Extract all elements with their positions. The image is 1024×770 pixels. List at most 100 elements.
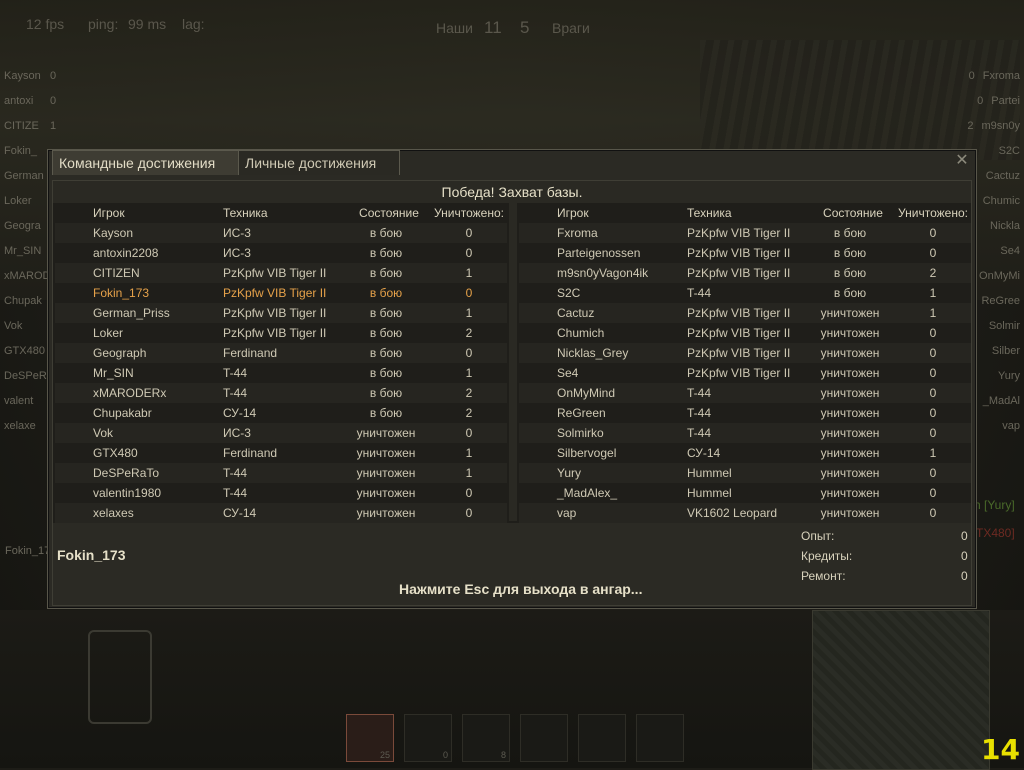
kill-count: 0 — [465, 286, 473, 300]
kill-count: 1 — [465, 466, 473, 480]
tank-name: T-44 — [687, 286, 712, 300]
col-player: Игрок — [557, 206, 589, 220]
table-row: Chumich PzKpfw VIB Tiger II уничтожен 0 — [519, 323, 971, 343]
tank-name: PzKpfw VIB Tiger II — [687, 326, 791, 340]
table-row: Silbervogel СУ-14 уничтожен 1 — [519, 443, 971, 463]
tab-personal-achievements[interactable]: Личные достижения — [238, 150, 400, 175]
table-row: Yury Hummel уничтожен 0 — [519, 463, 971, 483]
close-icon[interactable]: ✕ — [954, 153, 970, 169]
tank-name: ИС-3 — [223, 246, 251, 260]
tank-state: уничтожен — [820, 506, 880, 520]
ammo-slot[interactable]: 0 — [404, 714, 452, 762]
ammo-slot[interactable]: 8 — [462, 714, 510, 762]
player-name: valentin1980 — [93, 486, 162, 500]
tank-state: в бою — [369, 346, 403, 360]
tank-state: в бою — [369, 406, 403, 420]
tank-state: уничтожен — [820, 406, 880, 420]
tank-state: уничтожен — [356, 466, 416, 480]
table-row: GTX480 Ferdinand уничтожен 1 — [55, 443, 507, 463]
side-list-count: 0 — [968, 70, 975, 82]
side-list-item: 0 Fxroma — [900, 64, 1020, 89]
kill-count: 1 — [929, 446, 937, 460]
tank-state: уничтожен — [356, 446, 416, 460]
kill-count: 0 — [465, 426, 473, 440]
side-list-name: OnMyMi — [979, 270, 1020, 282]
tank-damage-panel — [88, 630, 152, 724]
side-list-name: Loker — [4, 195, 32, 207]
table-row: Loker PzKpfw VIB Tiger II в бою 2 — [55, 323, 507, 343]
table-row: _MadAlex_ Hummel уничтожен 0 — [519, 483, 971, 503]
tank-state: в бою — [369, 246, 403, 260]
enemy-team-table: Игрок Техника Состояние Уничтожено: Fxro… — [519, 203, 971, 523]
table-row: Nicklas_Grey PzKpfw VIB Tiger II уничтожен… — [519, 343, 971, 363]
ammo-slot[interactable] — [578, 714, 626, 762]
player-name: Geograph — [93, 346, 147, 360]
stat-repair: Ремонт: 0 — [801, 569, 968, 583]
ammo-slot[interactable]: 25 — [346, 714, 394, 762]
table-row: Vok ИС-3 уничтожен 0 — [55, 423, 507, 443]
tank-name: СУ-14 — [223, 406, 257, 420]
side-list-name: valent — [4, 395, 34, 407]
minimap — [812, 610, 990, 770]
tank-name: PzKpfw VIB Tiger II — [223, 326, 327, 340]
tank-state: уничтожен — [820, 346, 880, 360]
player-name: S2C — [557, 286, 581, 300]
ping-label: ping: — [88, 16, 119, 32]
player-name: Yury — [557, 466, 582, 480]
player-name: DeSPeRaTo — [93, 466, 160, 480]
col-kills: Уничтожено: — [434, 206, 504, 220]
table-row: Fokin_173 PzKpfw VIB Tiger II в бою 0 — [55, 283, 507, 303]
tank-state: уничтожен — [820, 306, 880, 320]
tank-state: в бою — [369, 366, 403, 380]
side-list-name: Vok — [4, 320, 23, 332]
stat-label: Опыт: — [801, 529, 835, 543]
table-row: Se4 PzKpfw VIB Tiger II уничтожен 0 — [519, 363, 971, 383]
table-row: xelaxes СУ-14 уничтожен 0 — [55, 503, 507, 523]
side-list-count: 0 — [50, 70, 57, 82]
side-list-name: vap — [1002, 420, 1020, 432]
ammo-count: 8 — [500, 750, 506, 760]
tank-state: в бою — [369, 266, 403, 280]
side-list-count: 1 — [50, 120, 57, 132]
tank-name: Ferdinand — [223, 346, 278, 360]
table-row: m9sn0yVagon4ik PzKpfw VIB Tiger II в бою 2 — [519, 263, 971, 283]
side-list-name: _MadAl — [982, 395, 1020, 407]
side-list-name: German — [4, 170, 44, 182]
side-list-name: Solmir — [988, 320, 1020, 332]
player-name: _MadAlex_ — [557, 486, 618, 500]
tank-state: уничтожен — [820, 486, 880, 500]
stat-value: 0 — [961, 569, 968, 583]
table-header: Игрок Техника Состояние Уничтожено: — [519, 203, 971, 223]
side-list-count: 0 — [977, 95, 984, 107]
esc-hint: Нажмите Esc для выхода в ангар... — [399, 581, 643, 597]
tank-name: PzKpfw VIB Tiger II — [687, 306, 791, 320]
ammo-count: 25 — [379, 750, 390, 760]
player-name: German_Priss — [93, 306, 170, 320]
kill-count: 0 — [465, 506, 473, 520]
tank-state: уничтожен — [356, 506, 416, 520]
tank-state: в бою — [833, 286, 867, 300]
kill-count: 1 — [465, 446, 473, 460]
tank-name: PzKpfw VIB Tiger II — [687, 366, 791, 380]
table-row: Kayson ИС-3 в бою 0 — [55, 223, 507, 243]
player-name: vap — [557, 506, 577, 520]
kill-count: 2 — [465, 326, 473, 340]
tab-team-achievements[interactable]: Командные достижения — [52, 150, 242, 175]
table-row: Geograph Ferdinand в бою 0 — [55, 343, 507, 363]
player-name: Chumich — [557, 326, 605, 340]
table-row: CITIZEN PzKpfw VIB Tiger II в бою 1 — [55, 263, 507, 283]
fps-readout: 12 fps — [26, 16, 65, 32]
side-list-item: Kayson 0 — [4, 64, 74, 89]
side-list-name: ReGree — [981, 295, 1020, 307]
tank-name: Hummel — [687, 466, 732, 480]
stat-value: 0 — [961, 549, 968, 563]
kill-count: 1 — [929, 306, 937, 320]
player-name: m9sn0yVagon4ik — [557, 266, 649, 280]
kill-count: 0 — [929, 406, 937, 420]
ammo-slot[interactable] — [636, 714, 684, 762]
side-list-name: Fokin_ — [4, 145, 38, 157]
tank-name: СУ-14 — [223, 506, 257, 520]
ammo-slot[interactable] — [520, 714, 568, 762]
side-list-name: antoxi — [4, 95, 34, 107]
table-row: OnMyMind T-44 уничтожен 0 — [519, 383, 971, 403]
